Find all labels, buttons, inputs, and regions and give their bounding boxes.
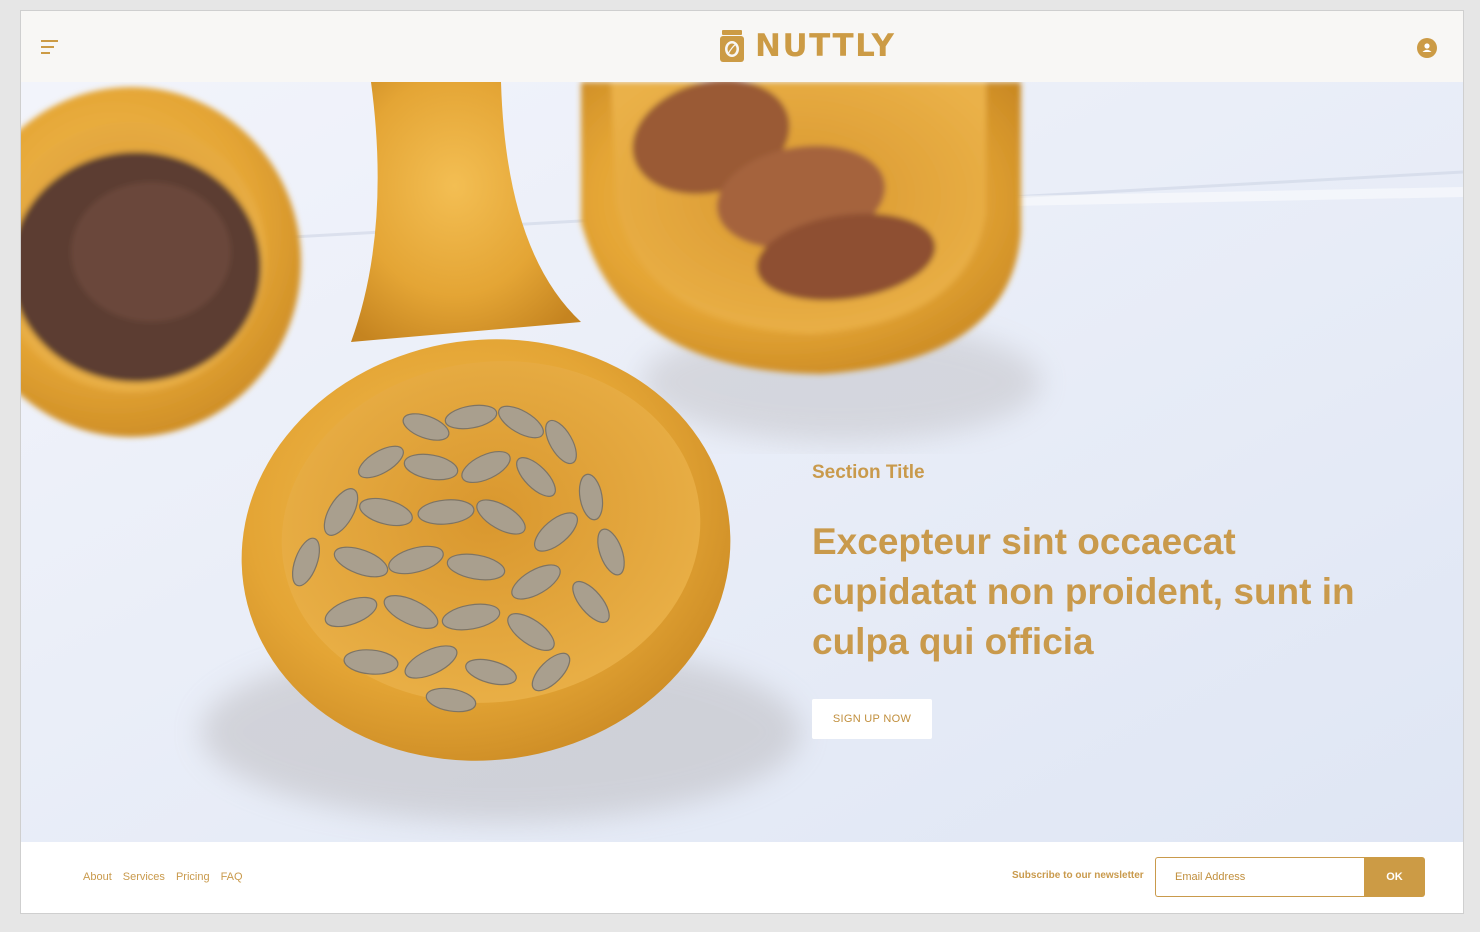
sign-up-button[interactable]: SIGN UP NOW [812, 699, 932, 739]
footer: About Services Pricing FAQ Subscribe to … [21, 842, 1463, 913]
footer-link-faq[interactable]: FAQ [221, 871, 243, 883]
section-title: Section Title [812, 462, 925, 483]
subscribe-button[interactable]: OK [1364, 857, 1425, 897]
email-field[interactable] [1155, 857, 1364, 897]
hero-image [21, 82, 1463, 842]
hero-headline: Excepteur sint occaecat cupidatat non pr… [812, 521, 1355, 662]
footer-link-services[interactable]: Services [123, 871, 165, 883]
footer-link-about[interactable]: About [83, 871, 112, 883]
footer-nav: About Services Pricing FAQ [83, 871, 243, 883]
hero-section: Section Title Excepteur sint occaecat cu… [21, 82, 1463, 842]
app-frame: NUTTLY Section Title Excepteur sint occa… [20, 10, 1464, 914]
footer-link-pricing[interactable]: Pricing [176, 871, 210, 883]
top-bar: NUTTLY [21, 11, 1463, 82]
newsletter-label: Subscribe to our newsletter [1012, 870, 1144, 881]
brand-logo[interactable]: NUTTLY [719, 28, 896, 64]
nut-jar-logo-icon [720, 30, 744, 62]
hamburger-menu-icon[interactable] [41, 39, 59, 55]
brand-name: NUTTLY [755, 28, 896, 64]
user-avatar-icon[interactable] [1417, 38, 1437, 58]
